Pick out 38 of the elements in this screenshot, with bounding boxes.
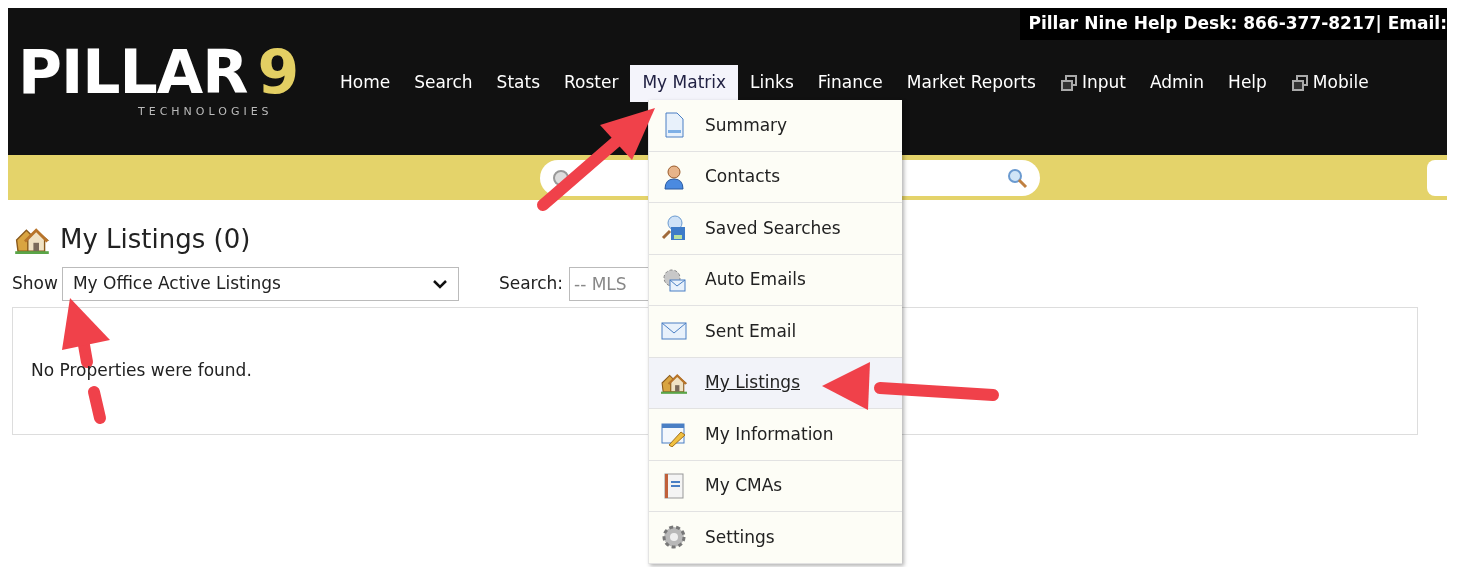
menu-item[interactable]: Saved Searches	[649, 203, 902, 255]
nav-link[interactable]: Search	[402, 64, 485, 102]
menu-item[interactable]: Sent Email	[649, 306, 902, 358]
page-title: My Listings (0)	[60, 223, 251, 256]
magnifier-disk-icon	[661, 215, 687, 242]
settings-icon	[661, 524, 687, 551]
nav-link[interactable]: Input	[1047, 64, 1138, 102]
menu-item[interactable]: Settings	[649, 512, 902, 564]
notebook-icon	[661, 472, 687, 499]
search-icon	[1006, 166, 1028, 189]
popup-window-icon	[1059, 74, 1078, 92]
nav-link[interactable]: Help	[1216, 64, 1279, 102]
nav-link[interactable]: Roster	[552, 64, 631, 102]
nav-link[interactable]: Stats	[484, 64, 552, 102]
nav-link[interactable]: Home	[328, 64, 403, 102]
text-field[interactable]	[1427, 159, 1447, 196]
window-pencil-icon	[661, 421, 687, 448]
nav-link[interactable]: Admin	[1137, 64, 1217, 102]
menu-item[interactable]: Summary	[649, 100, 902, 152]
search-label: Search:	[498, 272, 563, 296]
menu-item[interactable]: Contacts	[649, 151, 902, 203]
menu-item[interactable]: My CMAs	[649, 460, 902, 512]
menu-item[interactable]: My Information	[649, 409, 902, 461]
nav-link[interactable]: Market Reports	[894, 64, 1048, 102]
person-icon	[661, 163, 687, 190]
menu-item[interactable]: Auto Emails	[649, 254, 902, 306]
nav-link[interactable]: My Matrix	[630, 64, 739, 102]
empty-message: No Properties were found.	[31, 359, 252, 383]
logo: PILLAR 9 TECHNOLOGIES	[18, 41, 301, 120]
nav-link[interactable]: Mobile	[1278, 64, 1381, 102]
show-label: Show	[12, 272, 58, 296]
show-select[interactable]: My Office Active Listings	[61, 267, 459, 301]
chevron-down-icon	[431, 279, 448, 289]
nav-link[interactable]: Finance	[805, 64, 895, 102]
help-desk-text: Pillar Nine Help Desk: 866-377-8217| Email:	[1020, 8, 1447, 40]
nav-link[interactable]: Links	[738, 64, 806, 102]
gear-envelope-icon	[661, 266, 687, 293]
popup-window-icon	[1290, 74, 1309, 92]
